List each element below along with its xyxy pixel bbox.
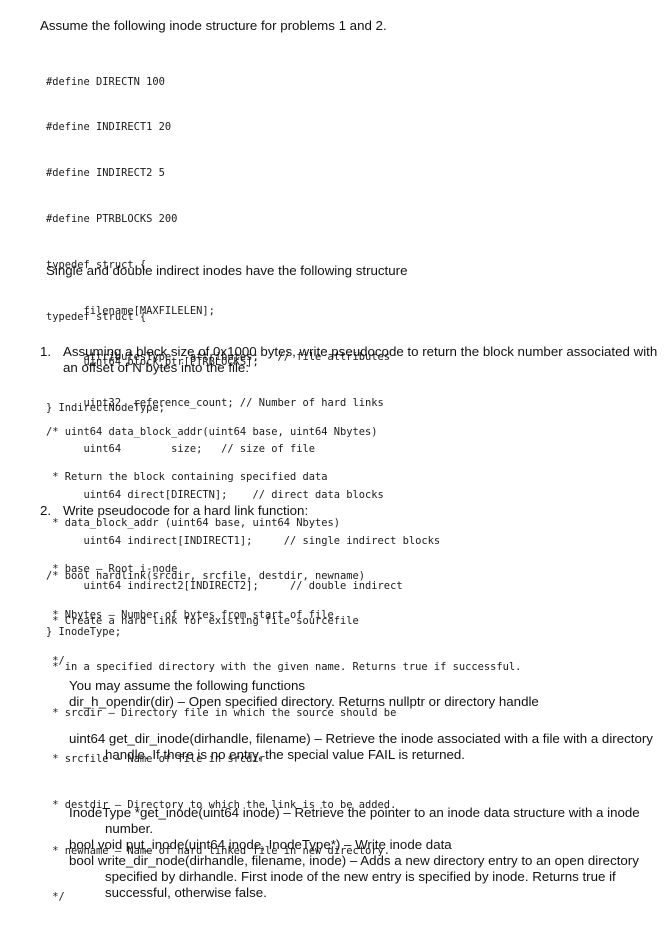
- function-item: bool void put_inode(uint64 inode, InodeT…: [69, 837, 452, 852]
- question-text: Write pseudocode for a hard link functio…: [63, 503, 309, 518]
- code-line: * in a specified directory with the give…: [46, 661, 522, 674]
- question-2: 2. Write pseudocode for a hard link func…: [40, 503, 660, 519]
- code-line: typedef struct {: [46, 310, 147, 323]
- function-item: uint64 get_dir_inode(dirhandle, filename…: [69, 731, 653, 762]
- question-number: 1.: [40, 344, 52, 359]
- code-line: #define INDIRECT1 20: [46, 121, 172, 134]
- code-line: #define PTRBLOCKS 200: [46, 213, 178, 226]
- indirect-intro-text: Single and double indirect inodes have t…: [46, 263, 408, 278]
- intro-text: Assume the following inode structure for…: [40, 18, 387, 33]
- code-line: #define DIRECTN 100: [46, 75, 165, 88]
- functions-heading: You may assume the following functions: [69, 678, 306, 693]
- function-item: InodeType *get_inode(uint64 inode) – Ret…: [69, 805, 640, 836]
- function-item: dir_h_opendir(dir) – Open specified dire…: [69, 694, 539, 709]
- assumed-functions: You may assume the following functions d…: [69, 678, 664, 901]
- code-line: /* bool hardlink(srcdir, srcfile, destdi…: [46, 569, 366, 582]
- code-line: * Return the block containing specified …: [46, 471, 328, 484]
- code-line: /* uint64 data_block_addr(uint64 base, u…: [46, 425, 378, 438]
- question-number: 2.: [40, 503, 52, 518]
- function-item: bool write_dir_node(dirhandle, filename,…: [69, 853, 639, 900]
- code-line: #define INDIRECT2 5: [46, 167, 165, 180]
- code-line: * Create a hard link for existing file s…: [46, 615, 359, 628]
- question-1: 1. Assuming a block size of 0x1000 bytes…: [40, 344, 660, 376]
- question-text: Assuming a block size of 0x1000 bytes, w…: [63, 344, 658, 375]
